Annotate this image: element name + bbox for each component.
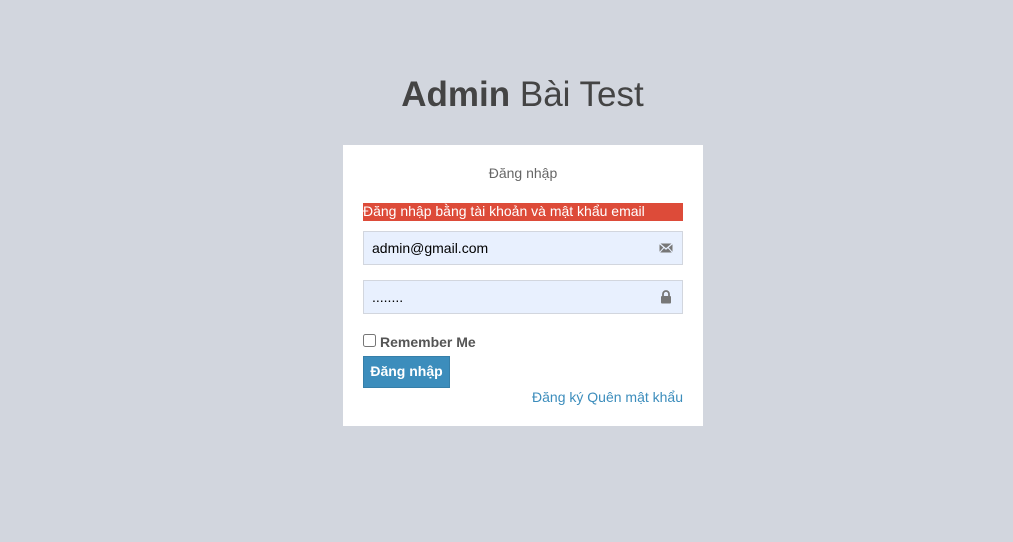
page-logo: Admin Bài Test (0, 74, 1013, 116)
password-input[interactable] (364, 281, 650, 313)
login-box-message: Đăng nhập (488, 165, 558, 181)
envelope-icon (659, 243, 673, 253)
email-input[interactable] (364, 232, 650, 264)
lock-icon (661, 290, 671, 304)
forgot-password-link[interactable]: Quên mật khẩu (587, 389, 683, 405)
remember-label: Remember Me (380, 334, 476, 350)
login-button[interactable]: Đăng nhập (363, 356, 450, 388)
logo-bold-text: Admin (401, 75, 511, 114)
logo-rest-text: Bài Test (510, 75, 644, 114)
remember-me[interactable]: Remember Me (363, 332, 476, 350)
password-field-group (363, 280, 683, 314)
remember-checkbox[interactable] (363, 333, 376, 347)
auth-links: Đăng ký Quên mật khẩu (532, 389, 683, 405)
login-box: Đăng nhập Đăng nhập bằng tài khoản và mậ… (343, 145, 703, 426)
register-link[interactable]: Đăng ký (532, 389, 583, 405)
email-field-group (363, 231, 683, 265)
error-alert: Đăng nhập bằng tài khoản và mật khẩu ema… (363, 203, 683, 221)
